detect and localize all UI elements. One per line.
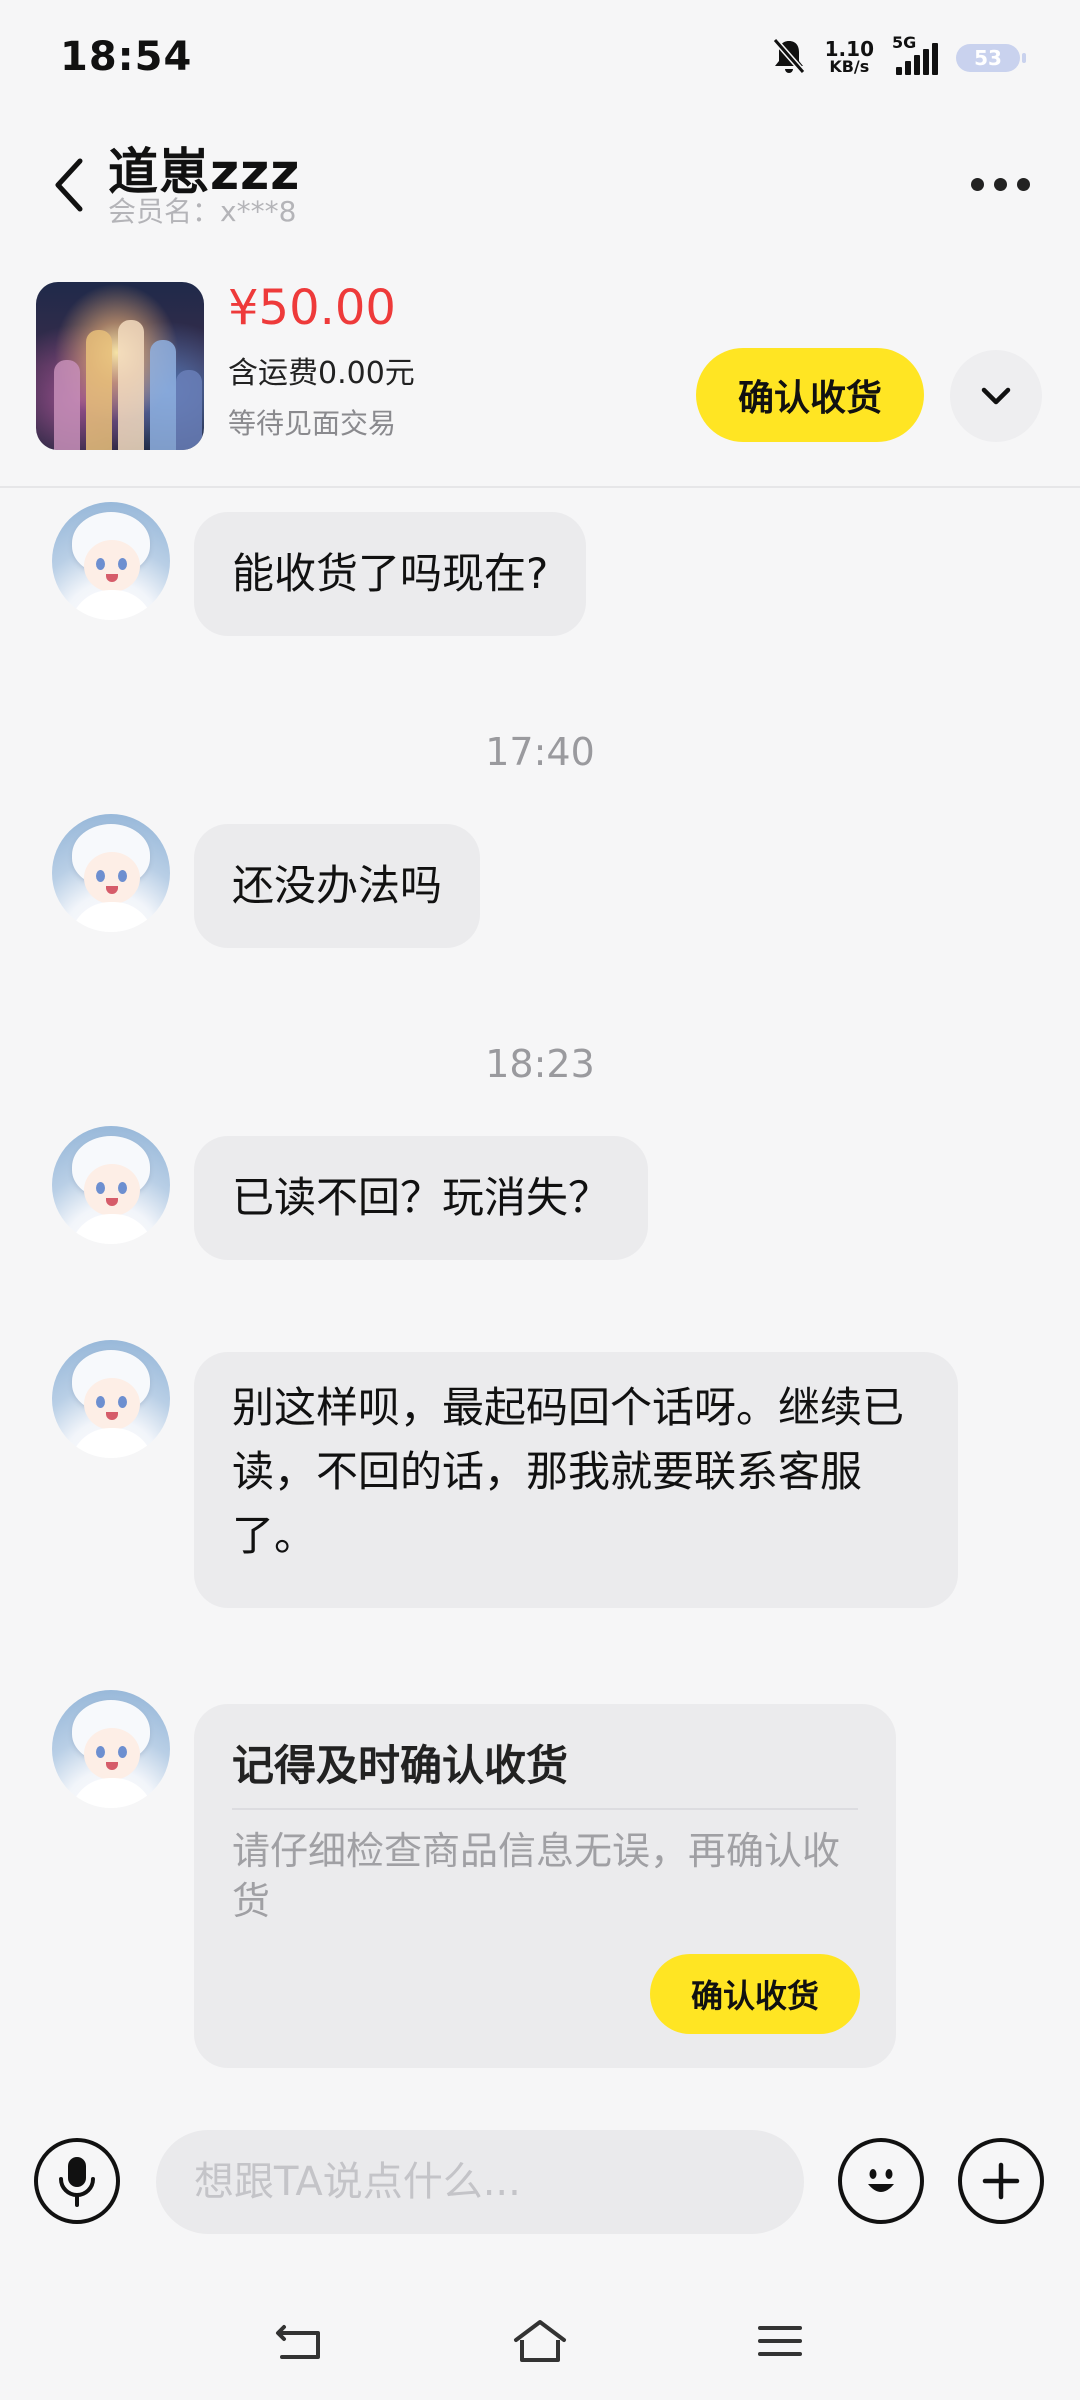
status-indicators: 1.10 KB/s 5G 53 [771,33,1026,82]
system-nav-bar [0,2276,1080,2400]
sender-avatar[interactable] [52,814,170,932]
product-price: ¥50.00 [228,280,396,336]
nav-menu-icon [758,2326,802,2356]
signal-bars-icon: 5G [892,33,938,75]
expand-button[interactable] [950,350,1042,442]
sender-avatar[interactable] [52,1340,170,1458]
nav-home-icon [514,2320,566,2362]
member-value: x***8 [220,195,297,228]
back-button[interactable] [40,150,100,220]
card-confirm-button[interactable]: 确认收货 [650,1954,860,2034]
emoji-icon [868,2169,894,2192]
chevron-down-icon [981,387,1011,405]
net-speed: 1.10 KB/s [824,37,874,76]
card-divider [232,1808,858,1810]
product-card[interactable]: ¥50.00 含运费0.00元 等待见面交易 确认收货 [0,270,1080,488]
input-bar [0,2126,1080,2246]
message-bubble[interactable]: 已读不回？玩消失？ [194,1136,649,1260]
nav-home-button[interactable] [500,2306,580,2376]
more-actions-button[interactable] [958,2138,1044,2224]
member-label: 会员名： [108,195,221,228]
back-chevron-icon [55,158,83,212]
net-speed-unit: KB/s [829,57,870,76]
shipping-info: 含运费0.00元 [228,356,415,391]
sender-avatar[interactable] [52,502,170,620]
more-button[interactable] [960,164,1040,204]
product-thumbnail[interactable] [36,282,204,450]
member-name: 会员名：x***8 [108,190,296,230]
message-bubble[interactable]: 还没办法吗 [194,824,481,948]
status-time: 18:54 [60,34,193,80]
card-body: 请仔细检查商品信息无误，再确认收货 [232,1829,841,1923]
chat-header: 道崽zzz 会员名：x***8 [0,120,1080,240]
nav-back-icon [276,2325,320,2359]
more-dots-icon [970,177,1030,191]
message-input[interactable] [156,2130,804,2234]
confirm-receipt-button[interactable]: 确认收货 [696,348,924,442]
message-bubble[interactable]: 别这样呗，最起码回个话呀。继续已读，不回的话，那我就要联系客服了。 [194,1352,958,1608]
status-bar: 18:54 1.10 KB/s 5G 53 [0,0,1080,110]
battery-icon: 53 [956,44,1026,72]
card-title: 记得及时确认收货 [232,1741,569,1790]
voice-button[interactable] [34,2138,120,2224]
battery-level: 53 [974,46,1002,70]
microphone-icon [59,2157,95,2207]
mute-bell-icon [771,37,807,79]
plus-icon [982,2162,1020,2200]
message-bubble[interactable]: 能收货了吗现在? [194,512,587,636]
message-timestamp: 17:40 [485,730,595,774]
confirm-reminder-card: 记得及时确认收货 请仔细检查商品信息无误，再确认收货 确认收货 [194,1704,896,2068]
sender-avatar[interactable] [52,1126,170,1244]
emoji-button[interactable] [838,2138,924,2224]
chat-screen: 18:54 1.10 KB/s 5G 53 道崽zzz 会员名：x***8 ¥5… [0,0,1080,2400]
trade-status: 等待见面交易 [228,407,397,440]
nav-menu-button[interactable] [740,2306,820,2376]
network-type: 5G [892,33,917,52]
net-speed-value: 1.10 [824,37,874,61]
message-timestamp: 18:23 [485,1042,595,1086]
nav-back-button[interactable] [260,2306,340,2376]
sender-avatar[interactable] [52,1690,170,1808]
